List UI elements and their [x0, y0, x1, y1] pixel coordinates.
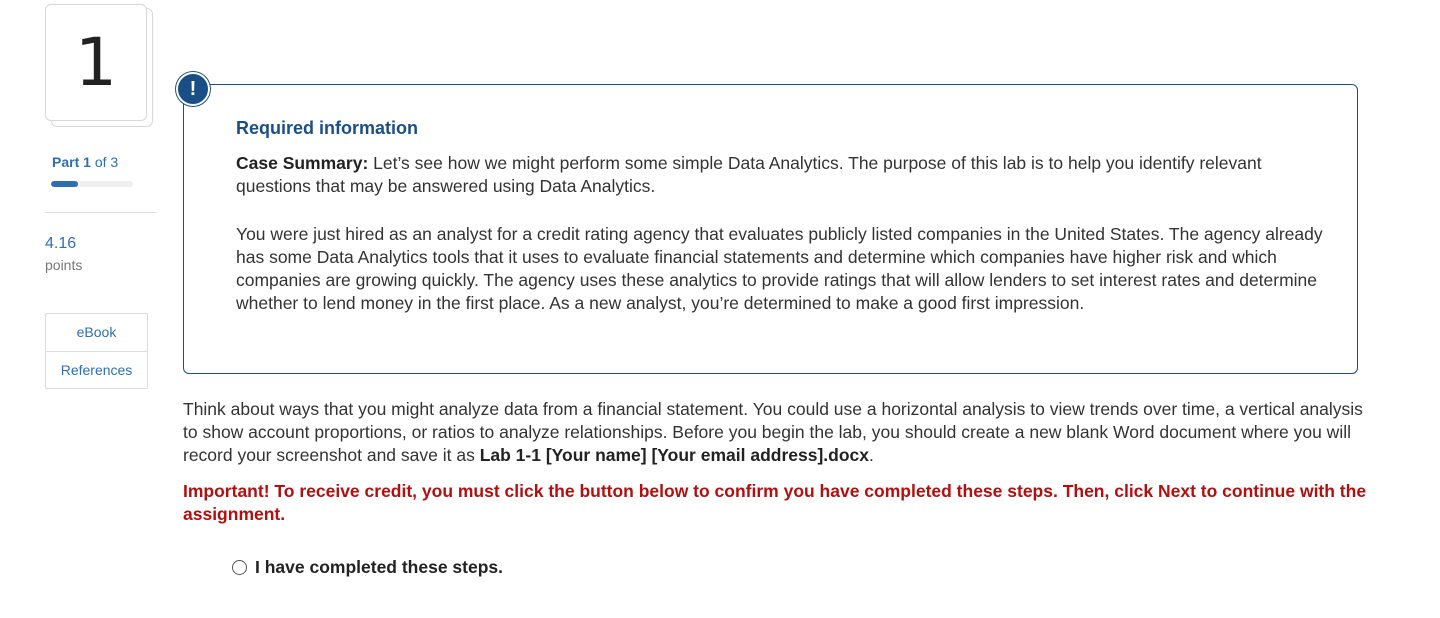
- points-label: points: [45, 257, 83, 273]
- part-label: Part: [52, 154, 80, 170]
- confirm-label[interactable]: I have completed these steps.: [255, 557, 503, 578]
- question-number: 1: [45, 4, 147, 121]
- filename: Lab 1-1 [Your name] [Your email address]…: [479, 445, 869, 465]
- ebook-button[interactable]: eBook: [46, 314, 147, 351]
- part-progress-bar: [51, 181, 133, 187]
- references-button[interactable]: References: [46, 351, 147, 388]
- case-summary-text: Let’s see how we might perform some simp…: [236, 153, 1262, 196]
- part-progress-fill: [51, 181, 79, 187]
- important-notice: Important! To receive credit, you must c…: [183, 481, 1367, 524]
- required-info-title: Required information: [236, 118, 419, 138]
- instructions-text: Think about ways that you might analyze …: [183, 398, 1373, 467]
- case-summary: Case Summary: Let’s see how we might per…: [236, 152, 1326, 198]
- part-total: of 3: [94, 154, 119, 170]
- points-value: 4.16: [45, 235, 77, 252]
- confirm-radio[interactable]: [232, 560, 247, 575]
- instructions-end: .: [869, 445, 874, 465]
- part-indicator: Part 1 of 3: [52, 154, 118, 170]
- resources-panel: eBook References: [45, 313, 148, 389]
- alert-icon: !: [176, 72, 210, 106]
- sidebar-divider: [45, 212, 157, 213]
- case-paragraph: You were just hired as an analyst for a …: [236, 224, 1323, 313]
- part-current: 1: [83, 154, 91, 170]
- confirm-option[interactable]: I have completed these steps.: [232, 557, 503, 578]
- question-number-card: 1: [45, 4, 153, 128]
- case-summary-label: Case Summary:: [236, 153, 369, 173]
